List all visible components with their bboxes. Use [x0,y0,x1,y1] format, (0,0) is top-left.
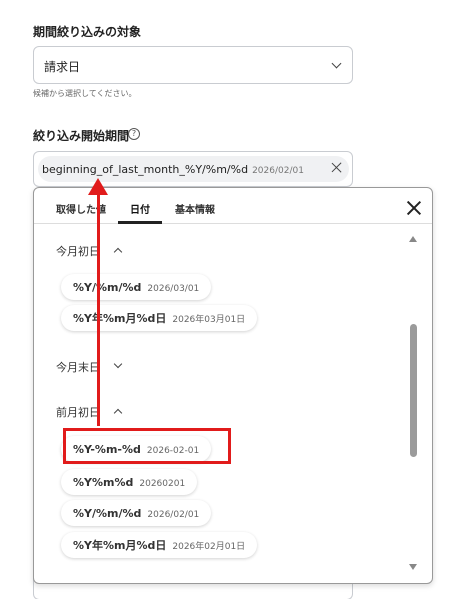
section-this-month-last[interactable]: 今月末日 [56,359,100,375]
format-key: %Y%m%d [73,476,134,489]
format-value: 2026年02月01日 [172,542,246,552]
remove-chip-icon[interactable] [331,161,343,173]
help-icon[interactable]: ? [128,128,140,140]
format-value: 2026/03/01 [147,284,200,294]
close-icon[interactable] [406,200,422,216]
section-this-month-first[interactable]: 今月初日 [56,243,100,259]
tab-date[interactable]: 日付 [130,201,150,216]
annotation-arrow-head [88,178,108,195]
format-value: 2026/02/01 [147,510,200,520]
format-value: 20260201 [139,479,186,489]
chevron-up-icon[interactable] [113,408,123,418]
scroll-up-icon[interactable] [409,236,417,242]
format-value: 2026年03月01日 [172,315,246,325]
chevron-down-icon[interactable] [113,359,123,369]
format-chip[interactable]: %Y/%m/%d 2026/02/01 [61,500,212,526]
scroll-down-icon[interactable] [409,564,417,570]
selected-date-chip[interactable]: beginning_of_last_month_%Y/%m/%d 2026/02/… [38,156,349,182]
format-chip[interactable]: %Y年%m月%d日 2026年03月01日 [61,305,258,331]
chip-value: 2026/02/01 [252,166,304,176]
start-label: 絞り込み開始期間 [33,129,130,143]
format-key: %Y年%m月%d日 [73,539,167,552]
annotation-highlight-box [63,428,231,464]
chevron-up-icon[interactable] [113,247,123,257]
format-key: %Y年%m月%d日 [73,312,167,325]
target-select-value: 請求日 [44,60,81,74]
format-chip[interactable]: %Y/%m/%d 2026/03/01 [61,274,212,300]
value-picker-popup: 取得した値 日付 基本情報 今月初日 %Y/%m/%d 2026/03/01 %Y… [33,187,433,584]
format-key: %Y/%m/%d [73,281,142,294]
format-chip[interactable]: %Y年%m月%d日 2026年02月01日 [61,532,258,558]
active-tab-indicator [118,221,162,224]
tab-basic-info[interactable]: 基本情報 [175,201,215,216]
chip-key: beginning_of_last_month_%Y/%m/%d [42,163,249,176]
scrollbar-thumb[interactable] [410,324,417,457]
format-chip[interactable]: %Y%m%d 20260201 [61,469,198,495]
section-last-month-first[interactable]: 前月初日 [56,404,100,420]
chevron-down-icon [331,58,342,69]
start-date-input[interactable]: beginning_of_last_month_%Y/%m/%d 2026/02/… [33,151,353,187]
target-select[interactable]: 請求日 [33,46,353,84]
format-key: %Y/%m/%d [73,507,142,520]
target-label: 期間絞り込みの対象 [33,25,142,39]
target-help-text: 候補から選択してください。 [33,89,137,98]
annotation-arrow-line [97,192,100,426]
